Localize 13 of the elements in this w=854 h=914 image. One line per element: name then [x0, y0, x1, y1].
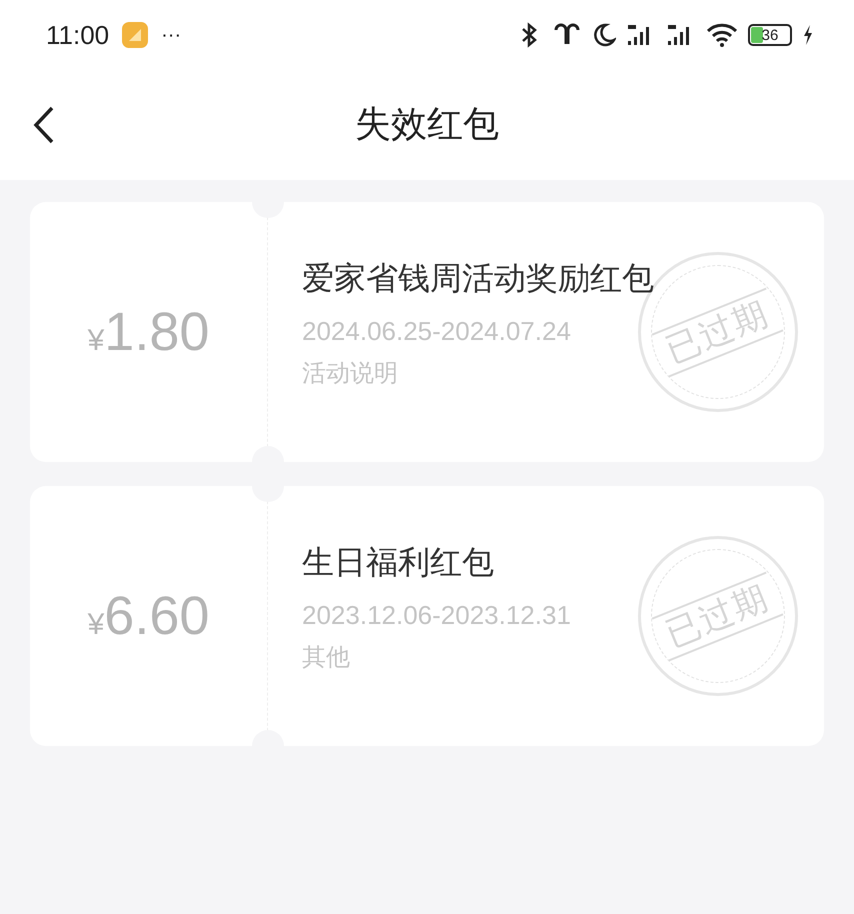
- wifi-icon: [706, 22, 738, 48]
- validity-period: 2024.06.25-2024.07.24: [302, 315, 571, 348]
- validity-period: 2023.12.06-2023.12.31: [302, 599, 571, 632]
- coupon-title: 生日福利红包: [302, 542, 494, 582]
- more-text: ···: [161, 23, 182, 48]
- coupon-note: 活动说明: [302, 358, 398, 389]
- coupon-amount: ¥6.60: [88, 584, 210, 648]
- app-icon: [121, 21, 150, 49]
- moon-icon: [592, 22, 616, 48]
- coupon-note: 其他: [302, 642, 350, 673]
- time: 11:00: [46, 18, 110, 52]
- coupon-amount: ¥1.80: [88, 300, 210, 364]
- page-title: 失效红包: [355, 103, 499, 147]
